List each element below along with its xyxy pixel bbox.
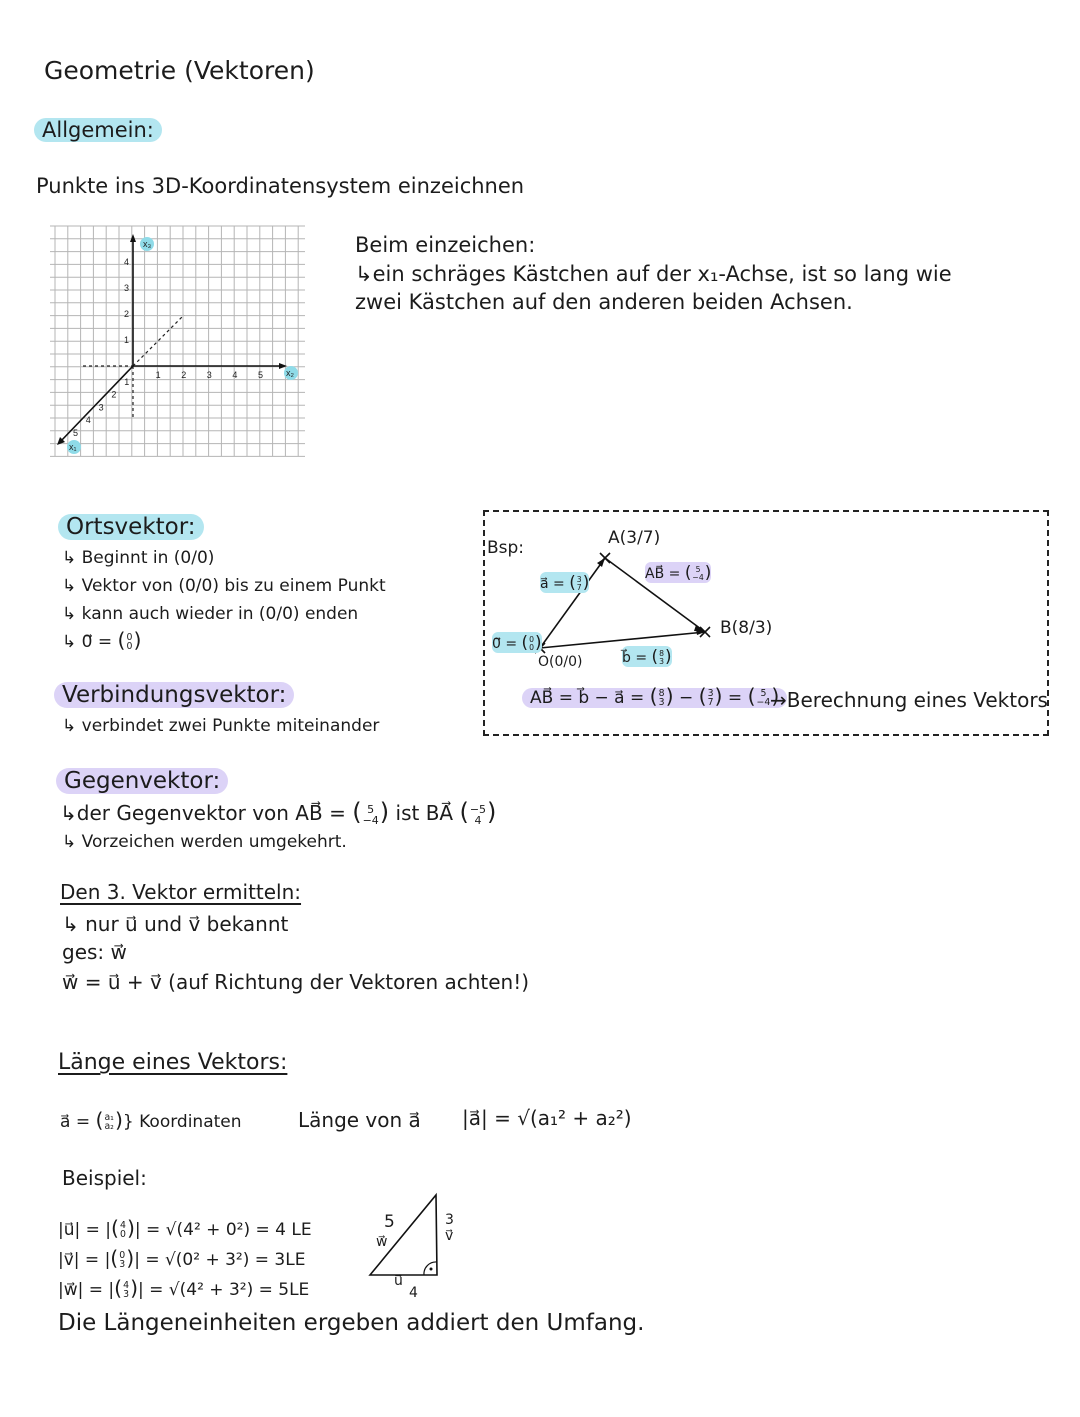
vector-a-label: a⃗ = (3 7) xyxy=(540,572,590,593)
vector-ab-label: AB⃗ = (5 −4) xyxy=(645,562,712,583)
formula-row: AB⃗ = b⃗ − a⃗ = (8 3) − (3 7) = (5 −4) xyxy=(522,684,788,708)
list-item: ↳ nur u⃗ und v⃗ bekannt xyxy=(62,912,289,936)
ortsvektor-heading: Ortsvektor: xyxy=(58,514,204,540)
list-item: ↳ Vorzeichen werden umgekehrt. xyxy=(62,832,347,852)
x3-arrow-icon xyxy=(130,234,136,242)
length-example: |u⃗| = |(4 0)| = √(4² + 0²) = 4 LE xyxy=(58,1216,312,1240)
drawing-note-line: zwei Kästchen auf den anderen beiden Ach… xyxy=(355,290,853,314)
list-item: w⃗ = u⃗ + v⃗ (auf Richtung der Vektoren … xyxy=(62,970,530,994)
x1-tick-label: 4 xyxy=(86,415,91,425)
list-item: ↳ kann auch wieder in (0/0) enden xyxy=(62,604,359,624)
length-label: Länge von a⃗ xyxy=(298,1108,421,1132)
x3-tick-label: 2 xyxy=(124,309,129,319)
drawing-note-line: ↳ein schräges Kästchen auf der x₁-Achse,… xyxy=(355,262,952,286)
x3-tick-label: 1 xyxy=(124,335,129,345)
dritter-vektor-heading: Den 3. Vektor ermitteln: xyxy=(60,880,302,904)
x3-tick-label: 4 xyxy=(124,257,129,267)
x1-axis-label: x₁ xyxy=(69,442,77,452)
x1-tick-label: 5 xyxy=(73,428,78,438)
triangle-bottom-length: 4 xyxy=(409,1285,418,1301)
ab-formula: AB⃗ = b⃗ − a⃗ = (8 3) − (3 7) = (5 −4) xyxy=(522,684,788,708)
list-item: ↳der Gegenvektor von AB⃗ = (5 −4) ist BA⃗… xyxy=(60,798,497,827)
vector-b-label: b⃗ = (8 3) xyxy=(622,646,672,667)
x1-tick-label: 1 xyxy=(124,377,129,387)
point-a-label: A(3/7) xyxy=(608,528,661,548)
triangle-right-length: 3 xyxy=(445,1212,454,1228)
drawing-note-heading: Beim einzeichen: xyxy=(355,233,536,257)
length-example: |v⃗| = |(0 3)| = √(0² + 3²) = 3LE xyxy=(58,1246,306,1270)
x2-tick-label: 3 xyxy=(207,370,212,380)
x3-axis-label: x₃ xyxy=(143,239,152,249)
ortsvektor-section: Ortsvektor: xyxy=(58,514,204,542)
x1-tick-label: 2 xyxy=(111,390,116,400)
x3-tick-label: 3 xyxy=(124,283,129,293)
x1-tick-label: 3 xyxy=(99,402,104,412)
vector-o-label: 0⃗ = (0 0) xyxy=(492,632,542,653)
beispiel-heading: Beispiel: xyxy=(62,1166,147,1190)
x2-tick-label: 4 xyxy=(232,370,237,380)
point-o-label: O(0/0) xyxy=(538,654,583,670)
list-item: ↳ 0⃗ = (0 0) xyxy=(62,628,142,652)
list-item: ↳ Beginnt in (0/0) xyxy=(62,548,215,568)
list-item: ↳ verbindet zwei Punkte miteinander xyxy=(62,716,380,736)
vector-definition: a⃗ = (a₁ a₂)} Koordinaten xyxy=(60,1108,242,1132)
x2-axis-label: x₂ xyxy=(286,368,295,378)
verbindungsvektor-heading: Verbindungsvektor: xyxy=(54,682,295,708)
triangle-right-vector: v⃗ xyxy=(445,1228,454,1244)
length-example: |w⃗| = |(4 3)| = √(4² + 3²) = 5LE xyxy=(58,1276,310,1300)
formula-note: →Berechnung eines Vektors xyxy=(770,688,1048,712)
conclusion: Die Längeneinheiten ergeben addiert den … xyxy=(58,1310,645,1336)
example-label: Bsp: xyxy=(487,538,525,558)
list-item: ges: w⃗ xyxy=(62,940,127,964)
gegenvektor-heading: Gegenvektor: xyxy=(56,768,229,794)
triangle-bottom-vector: u⃗ xyxy=(394,1273,403,1289)
gegenvektor-section: Gegenvektor: xyxy=(56,768,229,796)
point-b-label: B(8/3) xyxy=(720,618,773,638)
x2-tick-label: 1 xyxy=(156,370,161,380)
list-item: ↳ Vektor von (0/0) bis zu einem Punkt xyxy=(62,576,386,596)
laenge-heading: Länge eines Vektors: xyxy=(58,1050,288,1075)
verbindungsvektor-section: Verbindungsvektor: xyxy=(54,682,295,710)
x2-tick-label: 2 xyxy=(181,370,186,380)
triangle-hyp-length: 5 xyxy=(384,1212,395,1232)
x2-tick-label: 5 xyxy=(258,370,263,380)
triangle-hyp-vector: w⃗ xyxy=(376,1234,388,1250)
length-formula: |a⃗| = √(a₁² + a₂²) xyxy=(462,1106,632,1130)
